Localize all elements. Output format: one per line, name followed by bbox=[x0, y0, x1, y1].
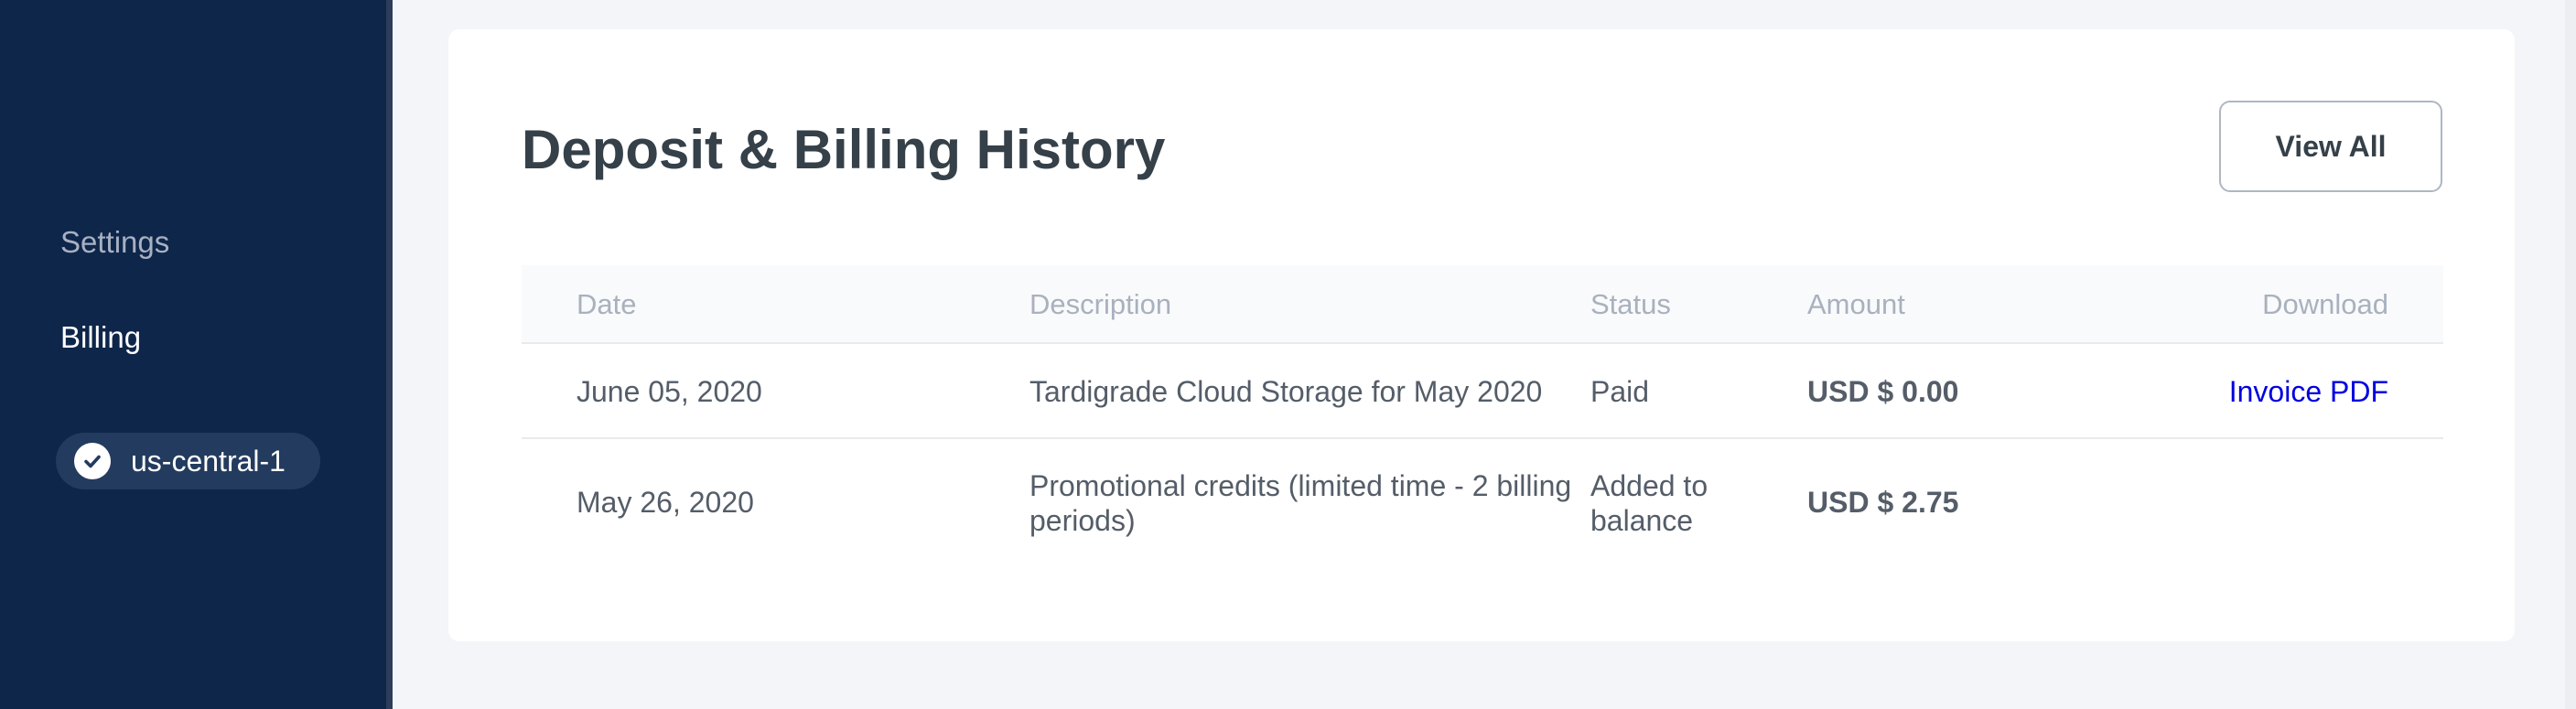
row-description: Promotional credits (limited time - 2 bi… bbox=[1029, 469, 1572, 537]
billing-history-card: Deposit & Billing History View All Date … bbox=[448, 29, 2515, 641]
sidebar: Settings Billing us-central-1 bbox=[0, 0, 393, 709]
project-selector[interactable]: us-central-1 bbox=[56, 433, 320, 489]
column-header-download: Download bbox=[2262, 288, 2388, 320]
row-date: May 26, 2020 bbox=[577, 486, 754, 519]
row-description: Tardigrade Cloud Storage for May 2020 bbox=[1029, 375, 1543, 408]
page-title: Deposit & Billing History bbox=[522, 119, 1166, 180]
table-header: Date Description Status Amount Download bbox=[522, 265, 2443, 344]
invoice-pdf-link[interactable]: Invoice PDF bbox=[2229, 374, 2388, 409]
row-date: June 05, 2020 bbox=[577, 375, 762, 408]
column-header-description: Description bbox=[1029, 288, 1172, 320]
column-header-status: Status bbox=[1590, 288, 1671, 320]
sidebar-item-billing[interactable]: Billing bbox=[60, 319, 141, 356]
check-circle-icon bbox=[74, 443, 111, 479]
row-amount: USD $ 0.00 bbox=[1807, 375, 1959, 408]
view-all-button[interactable]: View All bbox=[2219, 101, 2442, 192]
sidebar-item-settings[interactable]: Settings bbox=[60, 224, 169, 261]
sidebar-divider bbox=[386, 0, 393, 709]
column-header-date: Date bbox=[577, 288, 637, 320]
row-status: Added to balance bbox=[1590, 469, 1708, 537]
table-row: June 05, 2020 Tardigrade Cloud Storage f… bbox=[522, 344, 2443, 439]
row-amount: USD $ 2.75 bbox=[1807, 486, 1959, 519]
project-name: us-central-1 bbox=[131, 444, 286, 478]
billing-table: Date Description Status Amount Download … bbox=[522, 265, 2443, 567]
row-status: Paid bbox=[1590, 375, 1650, 408]
column-header-amount: Amount bbox=[1807, 288, 1905, 320]
table-row: May 26, 2020 Promotional credits (limite… bbox=[522, 439, 2443, 567]
page-scrollbar[interactable] bbox=[2565, 0, 2576, 709]
